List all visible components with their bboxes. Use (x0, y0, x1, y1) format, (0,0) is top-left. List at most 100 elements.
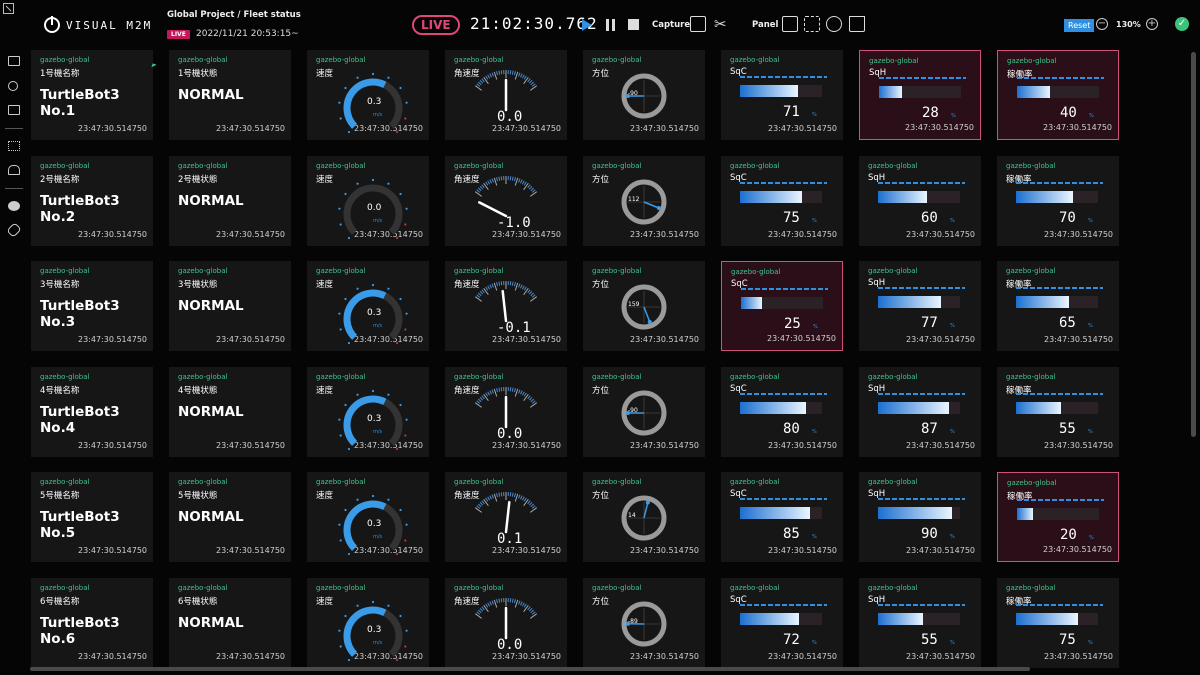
heading-tile[interactable]: gazebo-global 23:47:30.514750 方位 -90 (583, 367, 705, 457)
speed-gauge-tile[interactable]: gazebo-global 23:47:30.514750 速度 0.3 m/s (307, 367, 429, 457)
dial-tick (493, 599, 498, 608)
robot-state: NORMAL (178, 193, 244, 209)
robot-name-tile[interactable]: gazebo-global 23:47:30.514750 5号機名称 TurtleB… (31, 472, 153, 562)
angular-velocity-tile[interactable]: gazebo-global 23:47:30.514750 角速度 0.0 (445, 50, 567, 140)
heading-tile[interactable]: gazebo-global 23:47:30.514750 方位 14 (583, 472, 705, 562)
rate-bar-tile[interactable]: gazebo-global 23:47:30.514750 稼働率 20% (997, 472, 1119, 562)
heading-tile[interactable]: gazebo-global 23:47:30.514750 方位 112 (583, 156, 705, 246)
sqh-bar-tile[interactable]: gazebo-global 23:47:30.514750 SqH 77% (859, 261, 981, 351)
panel-edit-icon[interactable] (782, 16, 798, 32)
user-icon[interactable] (8, 201, 20, 211)
speed-gauge-tile[interactable]: gazebo-global 23:47:30.514750 速度 0.3 m/s (307, 261, 429, 351)
source-label: gazebo-global (868, 267, 918, 275)
dial-tick (530, 609, 535, 614)
heading-tile[interactable]: gazebo-global 23:47:30.514750 方位 -90 (583, 50, 705, 140)
tile-label: 1号機状態 (178, 69, 218, 79)
horizontal-scrollbar[interactable] (30, 667, 1030, 671)
bar-track (1017, 508, 1099, 520)
sqc-bar-tile[interactable]: gazebo-global 23:47:30.514750 SqC 75% (721, 156, 843, 246)
robot-state-tile[interactable]: gazebo-global 23:47:30.514750 1号機状態 NORMAL (169, 50, 291, 140)
speed-gauge-tile[interactable]: gazebo-global 23:47:30.514750 速度 0.3 m/s (307, 50, 429, 140)
angular-gauge (474, 281, 538, 323)
robot-name-tile[interactable]: gazebo-global 23:47:30.514750 6号機名称 TurtleB… (31, 578, 153, 668)
scissors-icon[interactable]: ✂ (714, 16, 730, 32)
angular-velocity-tile[interactable]: gazebo-global 23:47:30.514750 角速度 0.0 (445, 578, 567, 668)
dial-tick (479, 607, 484, 612)
angular-velocity-tile[interactable]: gazebo-global 23:47:30.514750 角速度 -0.1 (445, 261, 567, 351)
dial-tick (481, 500, 485, 505)
settings-add-icon[interactable] (826, 16, 842, 32)
rate-bar-tile[interactable]: gazebo-global 23:47:30.514750 稼働率 40% (997, 50, 1119, 140)
speed-gauge-tile[interactable]: gazebo-global 23:47:30.514750 速度 0.3 m/s (307, 578, 429, 668)
cloud-upload-icon[interactable] (8, 165, 20, 175)
robot-name-tile[interactable]: gazebo-global 23:47:30.514750 3号機名称 TurtleB… (31, 261, 153, 351)
sqc-bar-tile[interactable]: gazebo-global 23:47:30.514750 SqC 71% (721, 50, 843, 140)
rate-bar-tile[interactable]: gazebo-global 23:47:30.514750 稼働率 65% (997, 261, 1119, 351)
percent-unit: % (950, 640, 955, 646)
vertical-scrollbar[interactable] (1191, 52, 1196, 437)
collapse-icon[interactable] (3, 3, 14, 14)
dial-tick (481, 184, 485, 189)
robot-state-tile[interactable]: gazebo-global 23:47:30.514750 6号機状態 NORMAL (169, 578, 291, 668)
play-icon[interactable] (582, 19, 592, 31)
check-icon[interactable]: ✓ (1175, 17, 1189, 31)
reset-button[interactable]: Reset (1064, 19, 1095, 32)
gauge-tick (371, 72, 375, 76)
sqh-bar-tile[interactable]: gazebo-global 23:47:30.514750 SqH 60% (859, 156, 981, 246)
robot-name-tile[interactable]: gazebo-global 23:47:30.514750 2号機名称 TurtleB… (31, 156, 153, 246)
trash-icon[interactable] (849, 16, 865, 32)
dial-tick (520, 601, 523, 606)
dial-tick (491, 389, 494, 394)
gauge-tick (404, 117, 407, 120)
dial-tick (514, 282, 519, 291)
sqc-bar-tile[interactable]: gazebo-global 23:47:30.514750 SqC 80% (721, 367, 843, 457)
gauge-tick (347, 341, 351, 345)
calendar-capture-icon[interactable] (690, 16, 706, 32)
dial-tick (527, 395, 531, 400)
rate-bar-tile[interactable]: gazebo-global 23:47:30.514750 稼働率 75% (997, 578, 1119, 668)
dial-tick (514, 71, 519, 80)
zoom-out-icon[interactable]: − (1096, 18, 1108, 30)
bar-fill (1016, 191, 1074, 203)
tile-label: 1号機名称 (40, 69, 80, 79)
robot-state-tile[interactable]: gazebo-global 23:47:30.514750 2号機状態 NORMAL (169, 156, 291, 246)
link-icon[interactable] (6, 222, 22, 238)
sqh-bar-tile[interactable]: gazebo-global 23:47:30.514750 SqH 55% (859, 578, 981, 668)
speed-gauge-tile[interactable]: gazebo-global 23:47:30.514750 速度 0.0 m/s (307, 156, 429, 246)
robot-state-tile[interactable]: gazebo-global 23:47:30.514750 3号機状態 NORMAL (169, 261, 291, 351)
angular-gauge (474, 176, 538, 218)
robot-name-tile[interactable]: gazebo-global 23:47:30.514750 4号機名称 TurtleB… (31, 367, 153, 457)
heading-tile[interactable]: gazebo-global 23:47:30.514750 方位 159 (583, 261, 705, 351)
image-icon[interactable] (8, 105, 20, 115)
live-button[interactable]: LIVE (412, 15, 460, 35)
sqc-bar-tile[interactable]: gazebo-global 23:47:30.514750 SqC 72% (721, 578, 843, 668)
list-icon[interactable] (8, 141, 20, 151)
sqh-bar-tile[interactable]: gazebo-global 23:47:30.514750 SqH 87% (859, 367, 981, 457)
sqc-bar-tile[interactable]: gazebo-global 23:47:30.514750 SqC 85% (721, 472, 843, 562)
rate-bar-tile[interactable]: gazebo-global 23:47:30.514750 稼働率 70% (997, 156, 1119, 246)
sqc-bar-tile[interactable]: gazebo-global 23:47:30.514750 SqC 25% (721, 261, 843, 351)
robot-name-tile[interactable]: gazebo-global 23:47:30.514750 1号機名称 TurtleB… (31, 50, 153, 140)
sqh-bar-tile[interactable]: gazebo-global 23:47:30.514750 SqH 28% (859, 50, 981, 140)
angular-velocity-tile[interactable]: gazebo-global 23:47:30.514750 角速度 -1.0 (445, 156, 567, 246)
sqh-bar-tile[interactable]: gazebo-global 23:47:30.514750 SqH 90% (859, 472, 981, 562)
gauge-tick (387, 604, 390, 607)
speed-gauge-tile[interactable]: gazebo-global 23:47:30.514750 速度 0.3 m/s (307, 472, 429, 562)
gauge-tick (405, 523, 408, 526)
dial-tick (527, 184, 531, 189)
rate-bar-tile[interactable]: gazebo-global 23:47:30.514750 稼働率 55% (997, 367, 1119, 457)
robot-state-tile[interactable]: gazebo-global 23:47:30.514750 4号機状態 NORMAL (169, 367, 291, 457)
robot-state-tile[interactable]: gazebo-global 23:47:30.514750 5号機状態 NORMAL (169, 472, 291, 562)
dial-tick (487, 285, 491, 290)
compass-needle-tip (647, 319, 652, 324)
network-icon[interactable] (8, 81, 18, 91)
select-area-icon[interactable] (804, 16, 820, 32)
dashboard-icon[interactable] (8, 56, 20, 66)
stop-icon[interactable] (628, 19, 639, 30)
heading-tile[interactable]: gazebo-global 23:47:30.514750 方位 -89 (583, 578, 705, 668)
speed-unit: m/s (373, 218, 383, 224)
zoom-in-icon[interactable]: + (1146, 18, 1158, 30)
pause-icon[interactable] (605, 19, 616, 31)
angular-velocity-tile[interactable]: gazebo-global 23:47:30.514750 角速度 0.0 (445, 367, 567, 457)
angular-velocity-tile[interactable]: gazebo-global 23:47:30.514750 角速度 0.1 (445, 472, 567, 562)
